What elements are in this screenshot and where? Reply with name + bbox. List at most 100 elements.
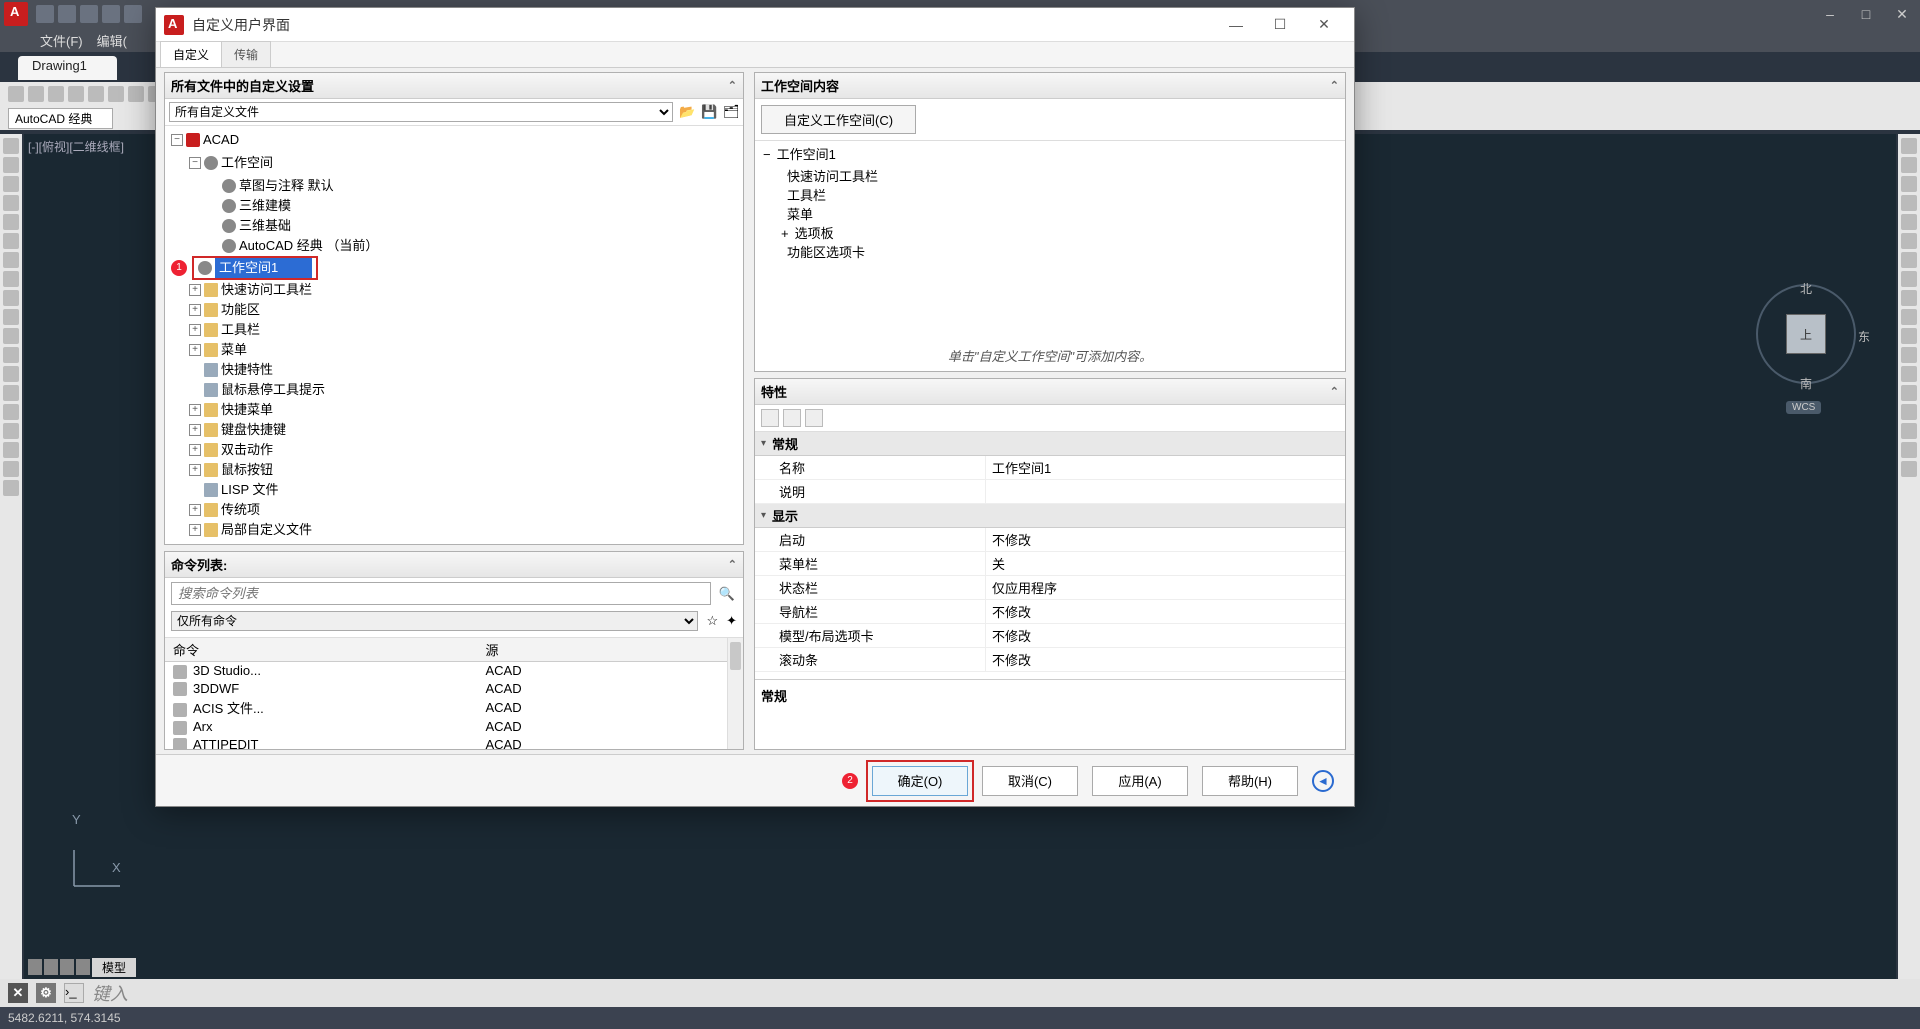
tree-item[interactable]: 功能区选项卡 bbox=[787, 243, 865, 262]
command-line[interactable]: ✕ ⚙ ›_ 键入 bbox=[0, 979, 1920, 1007]
props-categorized-icon[interactable] bbox=[761, 409, 779, 427]
command-list[interactable]: 命令 源 3D Studio...ACAD3DDWFACADACIS 文件...… bbox=[165, 637, 743, 749]
tree-item[interactable]: 三维建模 bbox=[239, 196, 291, 216]
command-row[interactable]: ACIS 文件...ACAD bbox=[165, 697, 743, 718]
qat-icon[interactable] bbox=[80, 5, 98, 23]
col-source[interactable]: 源 bbox=[477, 638, 743, 662]
menu-edit[interactable]: 编辑( bbox=[97, 31, 127, 50]
panel-collapse-icon[interactable]: ⌃ bbox=[728, 79, 737, 92]
tree-item[interactable]: 局部自定义文件 bbox=[221, 520, 312, 540]
file-saveall-icon[interactable]: 🗂 bbox=[723, 104, 739, 120]
props-row[interactable]: 导航栏不修改 bbox=[755, 600, 1345, 624]
layout-tabs[interactable]: 模型 bbox=[28, 957, 136, 977]
tree-item[interactable]: 三维基础 bbox=[239, 216, 291, 236]
panel-collapse-icon[interactable]: ⌃ bbox=[1330, 385, 1339, 398]
props-row[interactable]: 启动不修改 bbox=[755, 528, 1345, 552]
viewport-label[interactable]: [-][俯视][二维线框] bbox=[28, 138, 124, 155]
props-pages-icon[interactable] bbox=[805, 409, 823, 427]
cmd-prompt-text[interactable]: 键入 bbox=[92, 980, 128, 1006]
tree-item[interactable]: 菜单 bbox=[787, 205, 813, 224]
qat-icon[interactable] bbox=[124, 5, 142, 23]
viewcube[interactable]: 上 北 南 东 WCS bbox=[1756, 284, 1856, 414]
tree-workspaces[interactable]: 工作空间 bbox=[221, 153, 273, 173]
tree-item[interactable]: AutoCAD 经典 （当前） bbox=[239, 236, 378, 256]
panel-collapse-icon[interactable]: ⌃ bbox=[728, 558, 737, 571]
tree-expander[interactable]: − bbox=[763, 145, 771, 164]
command-row[interactable]: ATTIPEDITACAD bbox=[165, 736, 743, 749]
tree-expander[interactable]: + bbox=[189, 344, 201, 356]
tree-expander[interactable]: + bbox=[189, 444, 201, 456]
cancel-button[interactable]: 取消(C) bbox=[982, 766, 1078, 796]
tree-expander[interactable]: + bbox=[781, 224, 789, 243]
menu-file[interactable]: 文件(F) bbox=[40, 31, 83, 50]
tree-expander[interactable]: + bbox=[189, 324, 201, 336]
tree-expander[interactable]: − bbox=[171, 134, 183, 146]
dialog-maximize-icon[interactable]: ☐ bbox=[1258, 10, 1302, 40]
dialog-close-icon[interactable]: ✕ bbox=[1302, 10, 1346, 40]
tab-nav-prev-icon[interactable] bbox=[44, 959, 58, 975]
tree-expander[interactable]: − bbox=[189, 157, 201, 169]
command-filter-select[interactable]: 仅所有命令 bbox=[171, 611, 698, 631]
tree-item[interactable]: 快速访问工具栏 bbox=[787, 167, 878, 186]
tree-expander[interactable]: + bbox=[189, 284, 201, 296]
file-open-icon[interactable]: 📂 bbox=[679, 104, 695, 120]
close-icon[interactable]: ✕ bbox=[1884, 0, 1920, 28]
tree-item[interactable]: 快速访问工具栏 bbox=[221, 280, 312, 300]
props-row[interactable]: 菜单栏关 bbox=[755, 552, 1345, 576]
cui-file-filter[interactable]: 所有自定义文件 bbox=[169, 102, 673, 122]
cui-tree[interactable]: −ACAD −工作空间 草图与注释 默认 三维建模 三维基础 AutoCAD 经… bbox=[165, 126, 743, 544]
tab-nav-last-icon[interactable] bbox=[76, 959, 90, 975]
left-tool-palette[interactable] bbox=[0, 134, 22, 979]
help-icon[interactable]: ◄ bbox=[1312, 770, 1334, 792]
tree-item[interactable]: 功能区 bbox=[221, 300, 260, 320]
tree-item[interactable]: 快捷菜单 bbox=[221, 400, 273, 420]
right-tool-palette[interactable] bbox=[1898, 134, 1920, 979]
tree-item[interactable]: 双击动作 bbox=[221, 440, 273, 460]
tree-expander[interactable]: + bbox=[189, 424, 201, 436]
cmd-close-icon[interactable]: ✕ bbox=[8, 983, 28, 1003]
tree-item[interactable]: 快捷特性 bbox=[221, 360, 273, 380]
props-alpha-icon[interactable] bbox=[783, 409, 801, 427]
tab-customize[interactable]: 自定义 bbox=[160, 41, 222, 67]
props-row[interactable]: 状态栏仅应用程序 bbox=[755, 576, 1345, 600]
customize-workspace-button[interactable]: 自定义工作空间(C) bbox=[761, 105, 916, 134]
props-row[interactable]: 模型/布局选项卡不修改 bbox=[755, 624, 1345, 648]
command-row[interactable]: 3D Studio...ACAD bbox=[165, 662, 743, 680]
workspace-combo[interactable]: AutoCAD 经典 bbox=[8, 108, 113, 129]
command-search-input[interactable] bbox=[171, 582, 711, 605]
apply-button[interactable]: 应用(A) bbox=[1092, 766, 1188, 796]
tree-editing-label[interactable]: 工作空间1 bbox=[215, 258, 312, 278]
qat-icon[interactable] bbox=[36, 5, 54, 23]
tree-expander[interactable]: + bbox=[189, 304, 201, 316]
document-tab[interactable]: Drawing1 bbox=[18, 56, 117, 80]
tab-nav-first-icon[interactable] bbox=[28, 959, 42, 975]
search-icon[interactable]: 🔍 bbox=[717, 582, 737, 605]
tab-transfer[interactable]: 传输 bbox=[221, 41, 271, 67]
props-row[interactable]: 滚动条不修改 bbox=[755, 648, 1345, 672]
qat-icon[interactable] bbox=[102, 5, 120, 23]
props-group[interactable]: ▾显示 bbox=[755, 504, 1345, 528]
props-row[interactable]: 名称工作空间1 bbox=[755, 456, 1345, 480]
tree-item[interactable]: 鼠标按钮 bbox=[221, 460, 273, 480]
star-new-icon[interactable]: ✦ bbox=[726, 613, 737, 629]
minimize-icon[interactable]: – bbox=[1812, 0, 1848, 28]
dialog-minimize-icon[interactable]: — bbox=[1214, 10, 1258, 40]
tree-expander[interactable]: + bbox=[189, 404, 201, 416]
tab-model[interactable]: 模型 bbox=[92, 958, 136, 977]
tree-root[interactable]: ACAD bbox=[203, 130, 239, 150]
file-save-icon[interactable]: 💾 bbox=[701, 104, 717, 120]
tree-item[interactable]: 工具栏 bbox=[787, 186, 826, 205]
tree-selected-workspace[interactable]: 工作空间1 bbox=[192, 256, 318, 280]
tree-item[interactable]: LISP 文件 bbox=[221, 480, 279, 500]
help-button[interactable]: 帮助(H) bbox=[1202, 766, 1298, 796]
properties-grid[interactable]: ▾常规名称工作空间1说明▾显示启动不修改菜单栏关状态栏仅应用程序导航栏不修改模型… bbox=[755, 432, 1345, 679]
tree-expander[interactable]: + bbox=[189, 504, 201, 516]
tree-expander[interactable]: + bbox=[189, 464, 201, 476]
tree-item[interactable]: 草图与注释 默认 bbox=[239, 176, 334, 196]
dialog-titlebar[interactable]: 自定义用户界面 — ☐ ✕ bbox=[156, 8, 1354, 42]
workspace-tree[interactable]: −工作空间1 快速访问工具栏 工具栏 菜单 +选项板 功能区选项卡 bbox=[755, 141, 1345, 340]
viewcube-top[interactable]: 上 bbox=[1786, 314, 1826, 354]
cmd-tool-icon[interactable]: ⚙ bbox=[36, 983, 56, 1003]
tree-item[interactable]: 键盘快捷键 bbox=[221, 420, 286, 440]
tree-item[interactable]: 传统项 bbox=[221, 500, 260, 520]
